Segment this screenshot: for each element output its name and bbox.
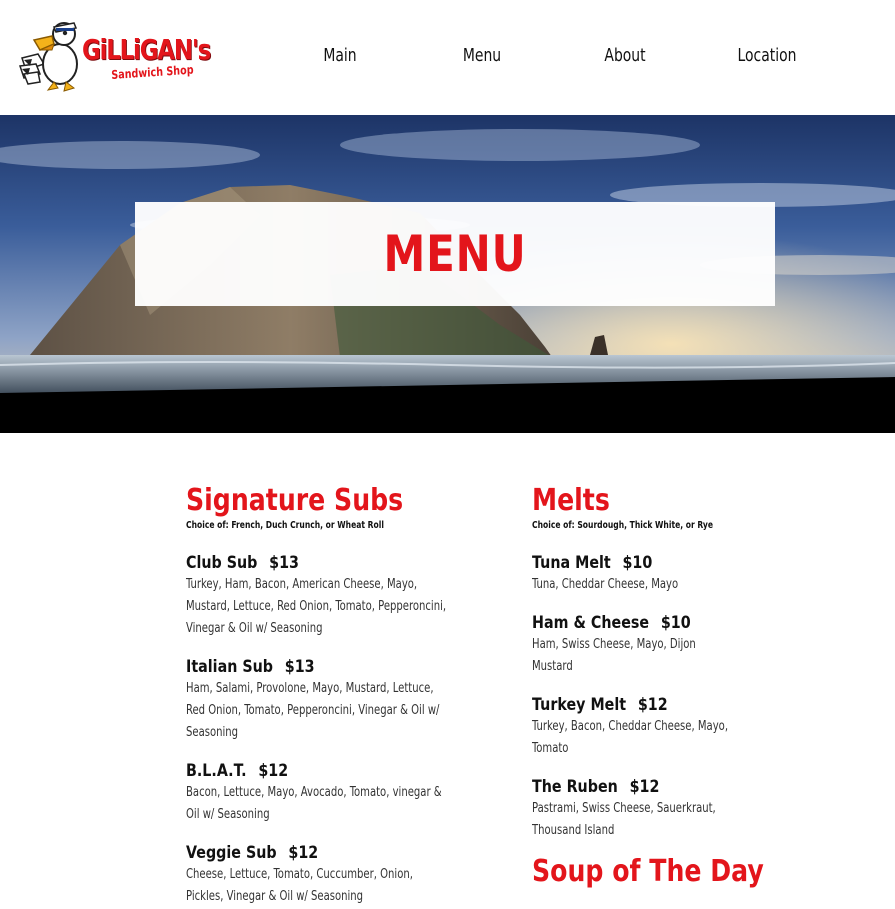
main-nav: Main Menu About Location (0, 44, 895, 68)
menu-item-heading: Turkey Melt $12 (532, 694, 784, 716)
menu-item: Club Sub $13 Turkey, Ham, Bacon, American… (186, 552, 486, 640)
menu-item-description: Bacon, Lettuce, Mayo, Avocado, Tomato, v… (186, 785, 442, 822)
menu-item-price: $12 (288, 843, 319, 863)
menu-item: The Ruben $12 Pastrami, Swiss Cheese, Sau… (532, 776, 832, 842)
menu-section-signature-subs: Signature Subs Choice of: French, Duch C… (186, 482, 486, 908)
menu-item-description: Ham, Salami, Provolone, Mayo, Mustard, L… (186, 681, 440, 740)
menu-section-melts: Melts Choice of: Sourdough, Thick White,… (532, 482, 832, 842)
nav-item-menu[interactable]: Menu (430, 44, 533, 68)
menu-item-heading: Tuna Melt $10 (532, 552, 784, 574)
menu-item-description: Turkey, Ham, Bacon, American Cheese, May… (186, 577, 447, 636)
section-title: Melts (532, 483, 610, 518)
menu-item-name: Italian Sub (186, 657, 274, 677)
section-note: Choice of: Sourdough, Thick White, or Ry… (532, 520, 714, 531)
menu-item-description: Turkey, Bacon, Cheddar Cheese, Mayo, Tom… (532, 719, 729, 756)
site-header: GiLLiGAN's Sandwich Shop Main Menu About… (0, 0, 895, 115)
menu-item-name: Turkey Melt (532, 695, 627, 715)
menu-item-price: $12 (637, 695, 668, 715)
menu-item-name: Tuna Melt (532, 553, 611, 573)
menu-item-price: $13 (269, 553, 299, 573)
menu-item: Turkey Melt $12 Turkey, Bacon, Cheddar Ch… (532, 694, 832, 760)
section-title: Signature Subs (186, 483, 404, 518)
menu-item-description: Pastrami, Swiss Cheese, Sauerkraut, Thou… (532, 801, 716, 838)
menu-item-name: The Ruben (532, 777, 618, 797)
menu-item-description: Tuna, Cheddar Cheese, Mayo (532, 577, 679, 592)
menu-item: Tuna Melt $10 Tuna, Cheddar Cheese, Mayo (532, 552, 832, 596)
menu-item-name: Veggie Sub (186, 843, 277, 863)
menu-item: Italian Sub $13 Ham, Salami, Provolone, M… (186, 656, 486, 744)
menu-item-name: Club Sub (186, 553, 258, 573)
hero-title-box: MENU (135, 202, 775, 306)
section-note: Choice of: French, Duch Crunch, or Wheat… (186, 520, 384, 531)
soup-section-title: Soup of The Day (532, 854, 764, 889)
menu-item: Ham & Cheese $10 Ham, Swiss Cheese, Mayo,… (532, 612, 832, 678)
menu-item-price: $13 (284, 657, 315, 677)
menu-item-heading: Club Sub $13 (186, 552, 438, 574)
menu-item: B.L.A.T. $12 Bacon, Lettuce, Mayo, Avocad… (186, 760, 486, 826)
menu-item-heading: Veggie Sub $12 (186, 842, 438, 864)
nav-item-main[interactable]: Main (288, 44, 391, 68)
menu-item-heading: The Ruben $12 (532, 776, 784, 798)
menu-item-price: $10 (622, 553, 653, 573)
menu-item-description: Ham, Swiss Cheese, Mayo, Dijon Mustard (532, 637, 696, 674)
menu-item-name: B.L.A.T. (186, 761, 247, 781)
menu-item-name: Ham & Cheese (532, 613, 650, 633)
hero-banner: MENU (0, 115, 895, 433)
menu-item: Veggie Sub $12 Cheese, Lettuce, Tomato, C… (186, 842, 486, 908)
nav-item-location[interactable]: Location (715, 44, 818, 68)
menu-item-heading: Ham & Cheese $10 (532, 612, 784, 634)
menu-item-heading: Italian Sub $13 (186, 656, 438, 678)
page-title: MENU (383, 225, 527, 283)
menu-item-description: Cheese, Lettuce, Tomato, Cuccumber, Onio… (186, 867, 413, 904)
menu-item-price: $12 (629, 777, 660, 797)
menu-item-heading: B.L.A.T. $12 (186, 760, 438, 782)
menu-item-price: $10 (660, 613, 691, 633)
menu-item-price: $12 (258, 761, 289, 781)
nav-item-about[interactable]: About (573, 44, 676, 68)
